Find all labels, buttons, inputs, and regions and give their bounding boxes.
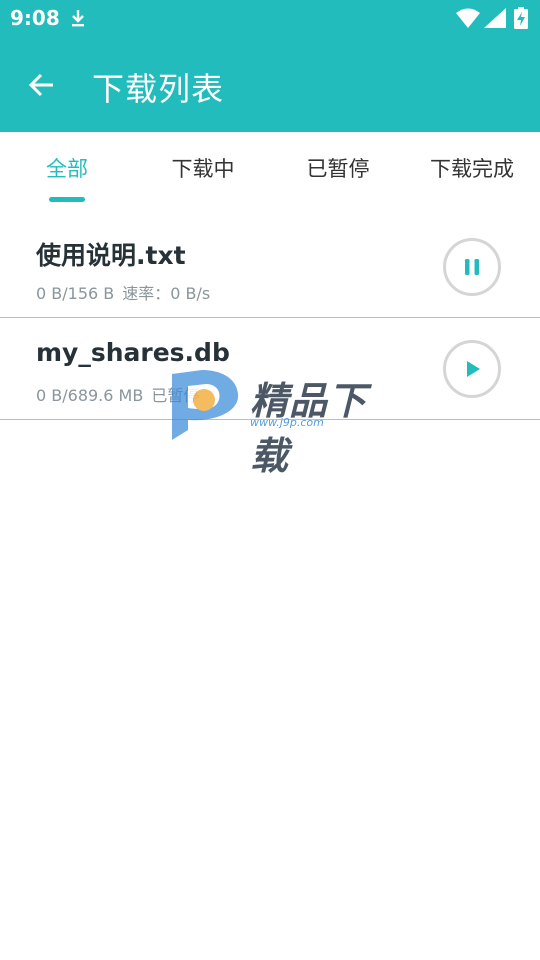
download-speed: 速率：0 B/s [122,284,211,303]
status-bar: 9:08 [0,0,540,36]
pause-icon [465,259,479,275]
status-icons [456,7,532,29]
download-progress: 0 B/689.6 MB [36,386,144,405]
wifi-icon [456,8,480,28]
download-info: 0 B/156 B 速率：0 B/s [36,280,218,304]
download-status: 已暂停 [151,386,200,405]
file-name: 使用说明.txt [36,241,186,270]
toolbar: 下载列表 [0,50,540,120]
app-header: 9:08 下载列表 [0,0,540,132]
tab-all[interactable]: 全部 [0,132,134,204]
battery-charging-icon [514,7,528,29]
page-title: 下载列表 [92,70,225,108]
download-item[interactable]: my_shares.db 0 B/689.6 MB 已暂停 [0,318,540,420]
status-time: 9:08 [10,6,60,30]
tab-paused[interactable]: 已暂停 [272,132,404,204]
download-progress: 0 B/156 B [36,284,115,303]
back-button[interactable] [20,63,64,107]
file-name: my_shares.db [36,338,230,367]
signal-icon [484,8,506,28]
download-item[interactable]: 使用说明.txt 0 B/156 B 速率：0 B/s [0,216,540,318]
download-icon [72,10,84,27]
download-info: 0 B/689.6 MB 已暂停 [36,382,207,406]
tab-completed[interactable]: 下载完成 [404,132,540,204]
tab-downloading[interactable]: 下载中 [134,132,272,204]
resume-button[interactable] [443,340,501,398]
tab-bar: 全部 下载中 已暂停 下载完成 [0,132,540,204]
tab-indicator [49,197,85,202]
arrow-left-icon [28,73,53,97]
pause-button[interactable] [443,238,501,296]
play-icon [467,361,480,377]
